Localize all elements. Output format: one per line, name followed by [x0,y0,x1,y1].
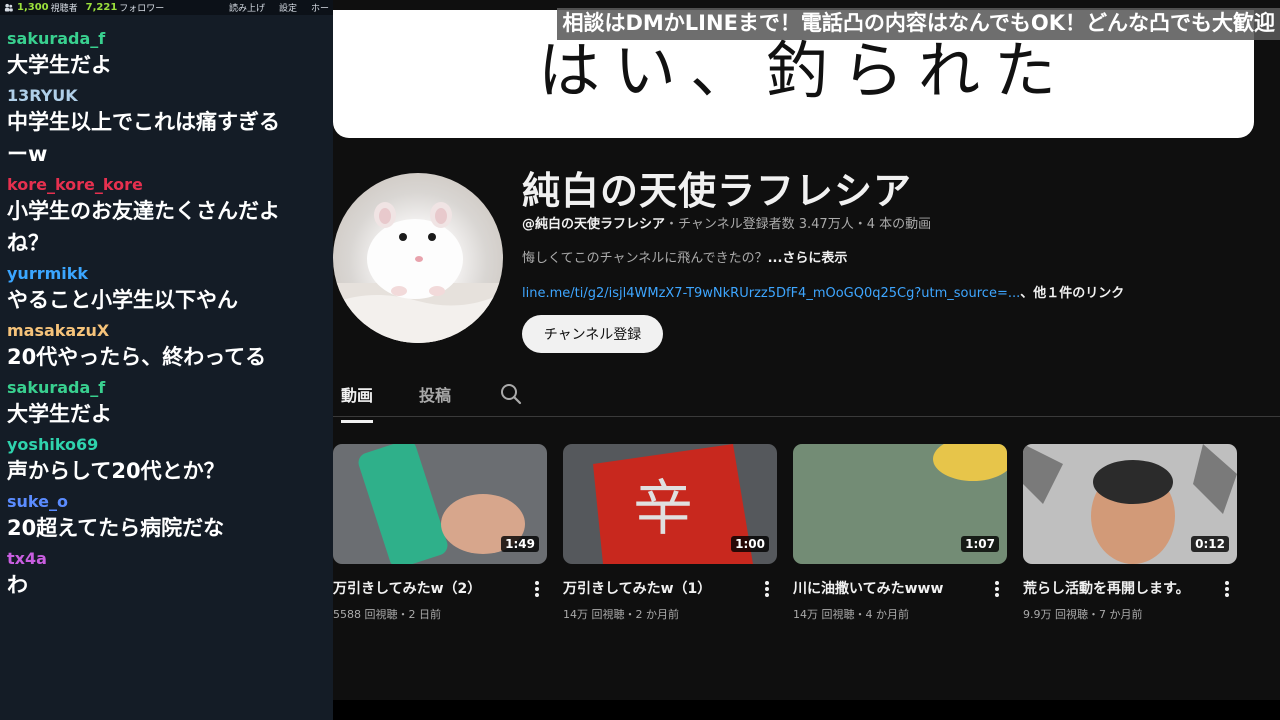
chat-message-text: わ [7,573,28,597]
chat-message: sakurada_f 大学生だよ [7,378,333,430]
video-thumbnail[interactable]: 0:12 [1023,444,1237,564]
settings-button[interactable]: 設定 [279,1,297,14]
video-thumbnail[interactable]: 1:07 [793,444,1007,564]
video-card[interactable]: 0:12 荒らし活動を再開します。 9.9万 回視聴・7 か月前 [1023,444,1237,621]
follower-count: 7,221 [85,2,118,13]
more-vert-icon[interactable] [761,579,773,599]
chat-message: suke_o 20超えてたら病院だな [7,492,333,544]
hamster-icon [333,202,503,343]
video-duration: 1:49 [501,536,539,552]
channel-handle: @純白の天使ラフレシア [522,217,666,232]
chat-message-text: 20超えてたら病院だな [7,516,225,540]
chat-username[interactable]: yoshiko69 [7,435,333,455]
bottom-bar [333,700,1280,720]
video-title[interactable]: 川に油撒いてみたwww [793,578,943,598]
video-meta: 5588 回視聴・2 日前 [333,608,441,621]
chat-username[interactable]: sakurada_f [7,29,333,49]
chat-message-text: やること小学生以下やん [7,288,238,312]
chat-topbar: 1,300 視聴者 7,221 フォロワー 読み上げ 設定 ホー [0,0,333,15]
read-aloud-button[interactable]: 読み上げ [229,1,265,14]
stream-overlay-caption: 相談はDMかLINEまで！電話凸の内容はなんでもOK！どんな凸でも大歓迎 [557,8,1280,40]
video-thumbnail[interactable]: 辛 1:00 [563,444,777,564]
chat-username[interactable]: kore_kore_kore [7,175,333,195]
svg-text:辛: 辛 [633,474,693,544]
tab-posts[interactable]: 投稿 [419,382,451,420]
chat-message-text: 声からして20代とか？ [7,459,225,483]
chat-username[interactable]: suke_o [7,492,333,512]
chat-message: yoshiko69 声からして20代とか？ [7,435,333,487]
video-duration: 1:07 [961,536,999,552]
chat-message-text: 小学生のお友達たくさんだよ ね？ [7,199,280,255]
chat-username[interactable]: sakurada_f [7,378,333,398]
chat-message-text: 大学生だよ [7,53,112,77]
video-title[interactable]: 万引きしてみたw（1） [563,578,711,598]
chat-message: yurrmikk やること小学生以下やん [7,264,333,316]
more-vert-icon[interactable] [991,579,1003,599]
chat-message-text: 中学生以上でこれは痛すぎる ーw [7,110,280,166]
chat-message-text: 20代やったら、終わってる [7,345,267,369]
video-meta: 14万 回視聴・4 か月前 [793,608,909,621]
video-title[interactable]: 万引きしてみたw（2） [333,578,481,598]
video-meta: 14万 回視聴・2 か月前 [563,608,679,621]
chat-message: masakazuX 20代やったら、終わってる [7,321,333,373]
chat-message: sakurada_f 大学生だよ [7,29,333,81]
video-meta: 9.9万 回視聴・7 か月前 [1023,608,1143,621]
more-vert-icon[interactable] [1221,579,1233,599]
hamster-avatar[interactable] [333,173,503,343]
tab-videos[interactable]: 動画 [341,382,374,423]
channel-name: 純白の天使ラフレシア [522,169,913,213]
chat-username[interactable]: 13RYUK [7,86,333,106]
follower-label: フォロワー [119,4,165,14]
channel-link-url[interactable]: line.me/ti/g2/isjl4WMzX7-T9wNkRUrzz5DfF4… [522,286,1020,301]
chat-username[interactable]: yurrmikk [7,264,333,284]
chat-username[interactable]: masakazuX [7,321,333,341]
channel-description[interactable]: 悔しくてこのチャンネルに飛んできたの？...さらに表示 [522,247,847,266]
chat-message: 13RYUK 中学生以上でこれは痛すぎる ーw [7,86,333,170]
viewer-count: 1,300 [17,2,49,13]
description-text: 悔しくてこのチャンネルに飛んできたの？ [522,251,768,266]
other-links[interactable]: 、他１件のリンク [1020,286,1124,301]
channel-tabs: 動画 投稿 [333,372,1280,423]
chat-username[interactable]: tx4a [7,549,333,569]
youtube-channel-page: はい、釣られた 純白の天使ラフレシア @純白の天使ラフレシア・チャンネル登録者数… [333,0,1280,720]
video-duration: 1:00 [731,536,769,552]
chat-message-list[interactable]: sakurada_f 大学生だよ 13RYUK 中学生以上でこれは痛すぎる ーw kor… [0,15,333,601]
home-button[interactable]: ホー [311,1,329,14]
video-card[interactable]: 1:49 万引きしてみたw（2） 5588 回視聴・2 日前 [333,444,547,621]
channel-meta: @純白の天使ラフレシア・チャンネル登録者数 3.47万人・4 本の動画 [522,213,931,232]
video-card[interactable]: 辛 1:00 万引きしてみたw（1） 14万 回視聴・2 か月前 [563,444,777,621]
channel-stats: ・チャンネル登録者数 3.47万人・4 本の動画 [665,217,932,232]
search-icon[interactable] [499,382,523,406]
viewer-label: 視聴者 [50,4,78,14]
subscribe-button[interactable]: チャンネル登録 [522,315,663,353]
chat-panel: 1,300 視聴者 7,221 フォロワー 読み上げ 設定 ホー sakurad… [0,0,333,720]
chat-message-text: 大学生だよ [7,402,112,426]
video-card[interactable]: 1:07 川に油撒いてみたwww 14万 回視聴・4 か月前 [793,444,1007,621]
chat-message: kore_kore_kore 小学生のお友達たくさんだよ ね？ [7,175,333,259]
video-duration: 0:12 [1191,536,1229,552]
channel-links: line.me/ti/g2/isjl4WMzX7-T9wNkRUrzz5DfF4… [522,282,1124,301]
more-vert-icon[interactable] [531,579,543,599]
show-more-link[interactable]: ...さらに表示 [768,251,848,266]
video-title[interactable]: 荒らし活動を再開します。 [1023,578,1190,598]
viewer-icon [4,3,13,12]
chat-message: tx4a わ [7,549,333,601]
video-thumbnail[interactable]: 1:49 [333,444,547,564]
